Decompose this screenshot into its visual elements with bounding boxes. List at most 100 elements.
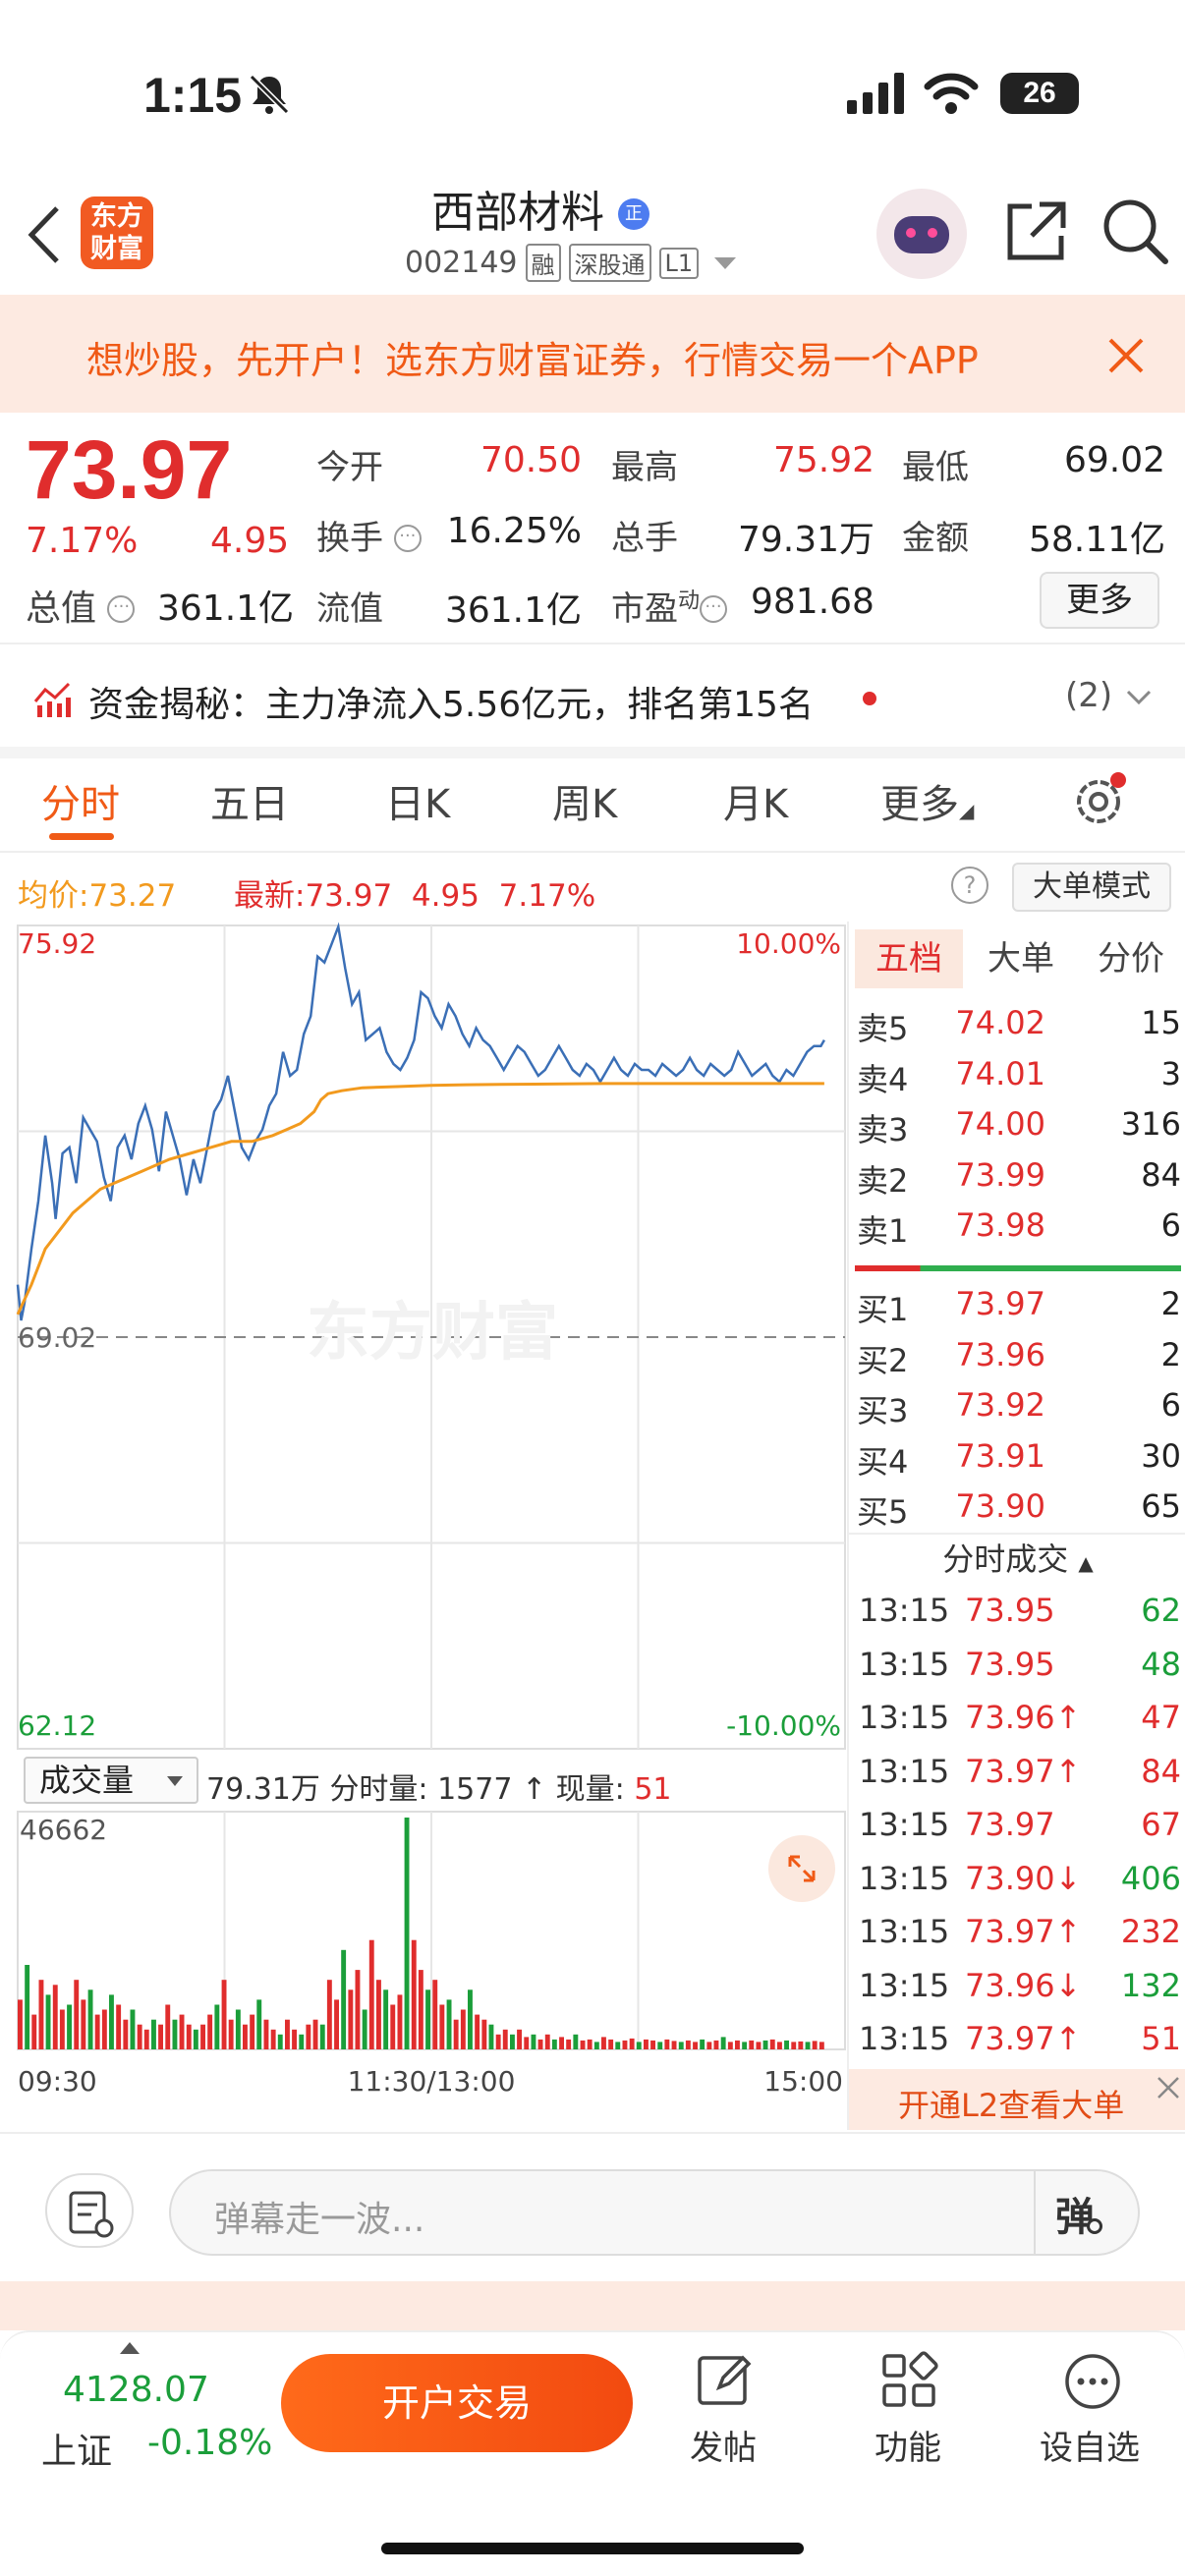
volume-bar: [769, 2039, 775, 2049]
volume-chart[interactable]: 46662 09:30 11:30/13:00 15:00: [0, 1808, 847, 2099]
tab-weekly-k[interactable]: 周K: [552, 772, 617, 829]
ask-row[interactable]: 卖4 74.01 3: [849, 1047, 1185, 1098]
notes-icon[interactable]: [45, 2173, 134, 2248]
open-value: 70.50: [480, 440, 582, 480]
volume-bar: [593, 2042, 599, 2049]
volume-bar: [798, 2041, 804, 2049]
volume-bar: [657, 2042, 663, 2049]
turnover-value: 16.25%: [446, 511, 582, 551]
watchlist-label[interactable]: 设自选: [1040, 2421, 1140, 2469]
caret-up-icon[interactable]: [120, 2342, 140, 2354]
last-price: 73.97: [26, 423, 233, 516]
bid-volume: 30: [1141, 1436, 1181, 1475]
ask-row[interactable]: 卖3 74.00 316: [849, 1097, 1185, 1148]
tick-volume: 62: [1141, 1592, 1181, 1629]
ask-row[interactable]: 卖1 73.98 6: [849, 1199, 1185, 1250]
volume-bar: [81, 1999, 86, 2049]
avg-price-line: [16, 1082, 824, 1316]
volume-bar: [376, 1980, 381, 2049]
volume-bar: [517, 2029, 522, 2049]
danmu-placeholder: 弹幕走一波...: [214, 2200, 425, 2240]
tick-volume: 132: [1120, 1966, 1181, 2004]
ask-row[interactable]: 卖2 73.99 84: [849, 1148, 1185, 1200]
edit-post-icon[interactable]: [694, 2350, 755, 2411]
tab-daily-k[interactable]: 日K: [385, 772, 450, 829]
share-icon[interactable]: [1002, 196, 1071, 265]
expand-icon[interactable]: [768, 1835, 835, 1902]
robot-avatar-icon[interactable]: [876, 189, 967, 279]
bid-row[interactable]: 买2 73.96 2: [849, 1328, 1185, 1379]
big-order-mode-button[interactable]: 大单模式: [1012, 863, 1171, 912]
tick-volume: 84: [1141, 1752, 1181, 1790]
function-label[interactable]: 功能: [875, 2421, 941, 2469]
avg-price: 均价:73.27: [18, 878, 177, 914]
bid-row[interactable]: 买3 73.92 6: [849, 1378, 1185, 1429]
trade-button[interactable]: 开户交易: [281, 2354, 633, 2452]
volume-bar: [130, 2009, 136, 2049]
ticks-header[interactable]: 分时成交 ▲: [849, 1533, 1185, 1582]
volume-selector[interactable]: 成交量: [24, 1757, 198, 1804]
volume-bar: [334, 1999, 339, 2049]
tick-time: 13:15: [859, 1859, 950, 1897]
info-icon[interactable]: ···: [393, 525, 422, 552]
volume-bar: [502, 2029, 508, 2049]
back-arrow-icon[interactable]: [24, 200, 67, 269]
ask-row[interactable]: 卖5 74.02 15: [849, 996, 1185, 1047]
more-button[interactable]: 更多: [1040, 572, 1159, 629]
search-icon[interactable]: [1100, 196, 1171, 267]
wifi-icon: [924, 73, 979, 114]
more-dots-icon[interactable]: [1061, 2350, 1124, 2413]
capital-text: 资金揭秘：主力净流入5.56亿元，排名第15名: [88, 685, 814, 725]
bid-row[interactable]: 买5 73.90 65: [849, 1480, 1185, 1531]
chevron-down-icon: [1126, 690, 1152, 705]
bid-row[interactable]: 买1 73.97 2: [849, 1277, 1185, 1328]
tab-price-dist[interactable]: 分价: [1077, 929, 1185, 988]
apps-grid-icon[interactable]: [878, 2350, 939, 2411]
info-icon[interactable]: ···: [107, 595, 136, 623]
index-value[interactable]: 4128.07: [63, 2370, 209, 2410]
chart-bars-icon: [33, 682, 71, 717]
tab-intraday[interactable]: 分时: [41, 772, 120, 829]
danmu-input[interactable]: 弹幕走一波... 弹: [169, 2169, 1140, 2256]
post-label[interactable]: 发帖: [690, 2421, 757, 2469]
tab-big-order[interactable]: 大单: [967, 929, 1075, 988]
tab-five-level[interactable]: 五档: [855, 929, 963, 988]
bid-row[interactable]: 买4 73.91 30: [849, 1429, 1185, 1481]
volume-bar: [700, 2039, 705, 2049]
volume-bar: [453, 2019, 459, 2049]
total-value: 361.1亿: [157, 588, 295, 629]
y-pct-bottom: -10.00%: [726, 1709, 841, 1742]
x-label-mid: 11:30/13:00: [348, 2065, 516, 2098]
volume-bar: [510, 2034, 515, 2049]
price-chart[interactable]: 东方财富 75.92 69.02 62.12 10.00% -10.00%: [0, 922, 847, 1753]
help-icon[interactable]: ?: [951, 867, 988, 904]
stock-code-row[interactable]: 002149 融 深股通 L1: [405, 244, 737, 282]
tick-price: 73.97↑: [965, 1752, 1082, 1790]
close-icon[interactable]: [1156, 2075, 1181, 2100]
tab-more[interactable]: 更多◢: [880, 772, 974, 829]
tab-underline: [49, 833, 114, 840]
volume-bar: [390, 2004, 396, 2049]
info-icon[interactable]: ···: [700, 595, 728, 623]
app-logo[interactable]: 东方 财富: [81, 196, 153, 269]
tick-price: 73.97↑: [965, 2020, 1082, 2057]
capital-flow-row[interactable]: 资金揭秘：主力净流入5.56亿元，排名第15名 (2): [0, 648, 1185, 749]
latest-price: 最新:73.97 4.95 7.17%: [234, 878, 596, 914]
danmu-toggle-icon[interactable]: 弹: [1055, 2185, 1102, 2242]
tick-row: 13:15 73.97↑ 84: [849, 1743, 1185, 1797]
volume-bar: [123, 2019, 129, 2049]
close-icon[interactable]: [1106, 336, 1146, 375]
volume-bar: [59, 2009, 65, 2049]
float-value-label: 流值: [316, 589, 383, 629]
volume-bar: [742, 2042, 748, 2049]
ask-volume: 3: [1160, 1054, 1181, 1092]
account-banner[interactable]: 想炒股，先开户！选东方财富证券，行情交易一个APP: [0, 295, 1185, 413]
price-line: [16, 922, 825, 1321]
volume-bar: [475, 2014, 480, 2049]
tab-5day[interactable]: 五日: [210, 772, 289, 829]
tab-monthly-k[interactable]: 月K: [723, 772, 788, 829]
volume-bar: [250, 2014, 255, 2049]
l2-promo[interactable]: 开通L2查看大单: [849, 2069, 1185, 2130]
settings-gear-icon[interactable]: [1071, 770, 1130, 829]
volume-bar: [664, 2039, 670, 2049]
